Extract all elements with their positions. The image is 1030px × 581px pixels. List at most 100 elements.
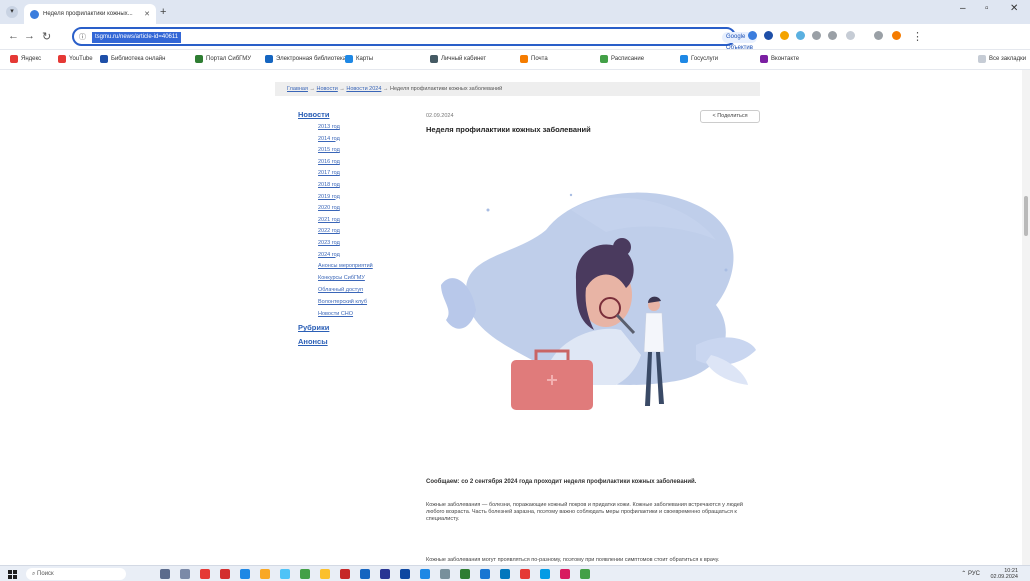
taskbar-app-icon[interactable]	[160, 569, 170, 579]
taskbar-app-icon[interactable]	[260, 569, 270, 579]
taskbar-app-icon[interactable]	[460, 569, 470, 579]
sidebar-year-link[interactable]: 2013 год	[318, 124, 398, 136]
windows-start-icon[interactable]	[8, 570, 17, 579]
bookmark-item[interactable]: Вконтакте	[760, 55, 799, 63]
sidebar-icon[interactable]	[846, 31, 855, 40]
close-tab-icon[interactable]: ✕	[144, 10, 150, 18]
sidebar-year-link[interactable]: 2019 год	[318, 194, 398, 206]
back-icon[interactable]: ←	[8, 30, 19, 42]
bookmarks-bar: Яндекс YouTube Библиотека онлайн Портал Сиб…	[0, 50, 1030, 70]
taskbar-app-icon[interactable]	[220, 569, 230, 579]
address-bar[interactable]: ⓘ tsgmu.ru/news/article-id=40611 Google …	[72, 27, 757, 51]
taskbar-app-icon[interactable]	[340, 569, 350, 579]
site-info-icon[interactable]: ⓘ	[79, 32, 86, 42]
reload-icon[interactable]: ↻	[42, 30, 51, 43]
bookmark-favicon-icon	[520, 55, 528, 63]
sidebar-sub-link[interactable]: Анонсы мероприятий	[318, 263, 398, 270]
menu-icon[interactable]: ⋮	[912, 30, 923, 43]
download-icon[interactable]	[874, 31, 883, 40]
sidebar-sub-link[interactable]: Новости СНО	[318, 311, 398, 318]
share-button[interactable]: < Поделиться	[700, 110, 760, 123]
taskbar-clock[interactable]: 10:21 02.09.2024	[990, 568, 1018, 580]
taskbar-app-icon[interactable]	[440, 569, 450, 579]
article-paragraph: Кожные заболевания — болезни, поражающие…	[426, 502, 743, 522]
bookmark-item[interactable]: Расписание	[600, 55, 644, 63]
taskbar-search-placeholder: Поиск	[37, 571, 54, 577]
taskbar-app-icon[interactable]	[380, 569, 390, 579]
forward-icon[interactable]: →	[24, 30, 35, 42]
taskbar-app-icon[interactable]	[540, 569, 550, 579]
taskbar-app-icon[interactable]	[500, 569, 510, 579]
taskbar-app-icon[interactable]	[320, 569, 330, 579]
bookmark-item[interactable]: Почта	[520, 55, 548, 63]
close-window-icon[interactable]: ✕	[1010, 3, 1018, 14]
sidebar-year-link[interactable]: 2016 год	[318, 159, 398, 171]
taskbar-app-icon[interactable]	[240, 569, 250, 579]
scrollbar-thumb[interactable]	[1024, 196, 1028, 236]
bookmark-label: YouTube	[69, 56, 93, 62]
taskbar-search[interactable]: ⌕ Поиск	[26, 568, 126, 580]
bookmark-item[interactable]: YouTube	[58, 55, 93, 63]
taskbar-app-icon[interactable]	[200, 569, 210, 579]
bookmark-item[interactable]: Портал СибГМУ	[195, 55, 251, 63]
breadcrumb-link[interactable]: Новости	[317, 86, 338, 92]
bookmark-item[interactable]: Библиотека онлайн	[100, 55, 165, 63]
browser-tab[interactable]: Неделя профилактики кожных... ✕	[24, 4, 156, 24]
taskbar-app-icon[interactable]	[420, 569, 430, 579]
taskbar-app-icon[interactable]	[360, 569, 370, 579]
bookmark-item[interactable]: Яндекс	[10, 55, 41, 63]
sidebar-year-link[interactable]: 2021 год	[318, 217, 398, 229]
maximize-icon[interactable]: ▫	[985, 3, 989, 14]
sidebar-year-link[interactable]: 2018 год	[318, 182, 398, 194]
article-paragraph: Кожные заболевания могут проявляться по-…	[426, 557, 720, 563]
bookmark-item[interactable]: Электронная библиотека	[265, 55, 346, 63]
bookmark-item[interactable]: Личный кабинет	[430, 55, 486, 63]
breadcrumb-link[interactable]: Новости 2024	[346, 86, 381, 92]
sidebar-year-link[interactable]: 2023 год	[318, 240, 398, 252]
breadcrumb-link[interactable]: Главная	[287, 86, 308, 92]
sidebar-news-heading[interactable]: Новости	[298, 110, 398, 119]
extension-icon[interactable]	[796, 31, 805, 40]
sidebar-year-link[interactable]: 2015 год	[318, 147, 398, 159]
extensions-puzzle-icon[interactable]	[828, 31, 837, 40]
taskbar-app-icon[interactable]	[400, 569, 410, 579]
page-scrollbar[interactable]	[1022, 70, 1030, 565]
system-tray[interactable]: ⌃ РУС	[961, 570, 980, 577]
sidebar-announcements[interactable]: Анонсы	[298, 337, 398, 346]
new-tab-button[interactable]: +	[160, 6, 166, 18]
taskbar-app-icon[interactable]	[180, 569, 190, 579]
breadcrumb: Главная → Новости → Новости 2024 → Недел…	[275, 82, 760, 96]
sidebar-sub-link[interactable]: Облачный доступ	[318, 287, 398, 294]
bookmark-item[interactable]: Госуслуги	[680, 55, 718, 63]
extension-icon[interactable]	[812, 31, 821, 40]
taskbar-app-icon[interactable]	[300, 569, 310, 579]
minimize-icon[interactable]: –	[960, 3, 966, 14]
bookmark-label: Портал СибГМУ	[206, 56, 252, 62]
bookmark-favicon-icon	[760, 55, 768, 63]
all-bookmarks-button[interactable]: Все закладки	[978, 55, 1026, 63]
taskbar-app-icon[interactable]	[480, 569, 490, 579]
sidebar-year-link[interactable]: 2017 год	[318, 170, 398, 182]
taskbar-app-icon[interactable]	[280, 569, 290, 579]
extension-icon[interactable]	[764, 31, 773, 40]
sidebar-year-link[interactable]: 2014 год	[318, 136, 398, 148]
sidebar-rubrics[interactable]: Рубрики	[298, 323, 398, 332]
bookmark-item[interactable]: Карты	[345, 55, 373, 63]
extension-icon[interactable]	[780, 31, 789, 40]
sidebar-sub-link[interactable]: Волонтерский клуб	[318, 299, 398, 306]
sidebar-year-link[interactable]: 2022 год	[318, 228, 398, 240]
taskbar-app-icon[interactable]	[520, 569, 530, 579]
bookmark-label: Вконтакте	[771, 56, 800, 62]
profile-avatar[interactable]	[892, 31, 901, 40]
language-indicator[interactable]: РУС	[968, 571, 980, 577]
sidebar-sub-link[interactable]: Конкурсы СибГМУ	[318, 275, 398, 282]
bookmark-favicon-icon	[10, 55, 18, 63]
chevron-up-icon[interactable]: ⌃	[961, 571, 966, 577]
sidebar-year-link[interactable]: 2024 год	[318, 252, 398, 264]
url-text[interactable]: tsgmu.ru/news/article-id=40611	[92, 32, 182, 43]
taskbar-app-icon[interactable]	[580, 569, 590, 579]
tab-search-button[interactable]: ▾	[6, 6, 18, 18]
extension-icon[interactable]	[748, 31, 757, 40]
taskbar-app-icon[interactable]	[560, 569, 570, 579]
sidebar-year-link[interactable]: 2020 год	[318, 205, 398, 217]
